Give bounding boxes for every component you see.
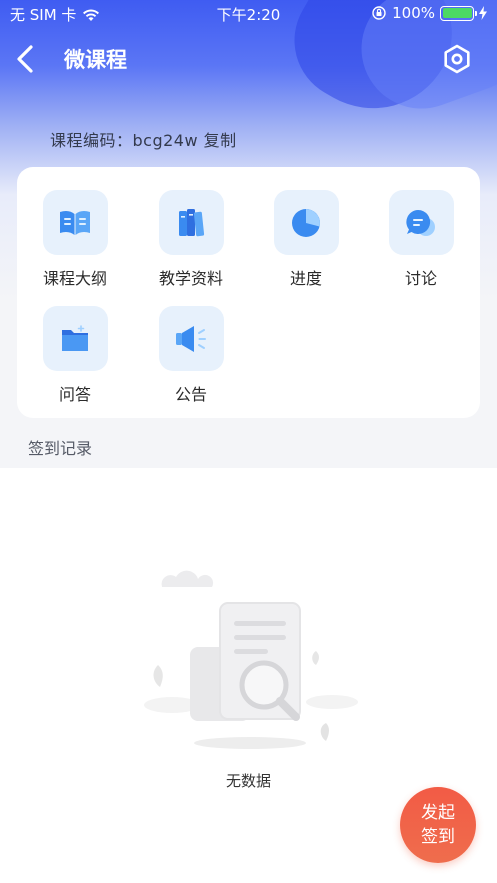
menu-card: 课程大纲 教学资料 进度 讨论 问答 公告 (17, 167, 480, 418)
screen: 无 SIM 卡 下午2:20 100% 微课程 课程编码：bcg24w 复制 课… (0, 0, 497, 883)
page-title: 微课程 (64, 48, 127, 72)
tile-icon-box (158, 190, 224, 255)
tile-icon-box (158, 306, 224, 371)
menu-item-label: 教学资料 (158, 269, 223, 288)
folder-icon (62, 324, 88, 351)
menu-item-label: 讨论 (404, 269, 437, 288)
empty-text: 无数据 (225, 772, 271, 790)
start-checkin-button[interactable]: 发起 签到 (400, 787, 476, 863)
books-icon (179, 208, 205, 236)
menu-item-label: 公告 (174, 385, 207, 404)
menu-item-announcement[interactable]: 公告 (141, 306, 241, 405)
menu-item-label: 进度 (289, 269, 322, 288)
tile-icon-box (42, 190, 108, 255)
menu-item-materials[interactable]: 教学资料 (141, 190, 241, 289)
menu-item-label: 课程大纲 (42, 269, 107, 288)
menu-item-discussion[interactable]: 讨论 (371, 190, 471, 289)
tile-icon-box (42, 306, 108, 371)
section-title: 签到记录 (28, 439, 93, 458)
menu-item-progress[interactable]: 进度 (256, 190, 356, 289)
fab-label-line1: 发起 (421, 803, 455, 823)
hexagon-settings-icon (444, 44, 470, 74)
settings-button[interactable] (440, 42, 474, 76)
status-right: 100% (371, 4, 487, 22)
chat-bubble-icon (406, 209, 435, 236)
tile-icon-box (388, 190, 454, 255)
status-bar: 无 SIM 卡 下午2:20 100% (0, 0, 497, 28)
menu-item-label: 问答 (58, 385, 91, 404)
tile-icon-box (273, 190, 339, 255)
charging-icon (479, 6, 487, 20)
empty-illustration (144, 570, 358, 749)
megaphone-icon (176, 325, 206, 352)
book-icon (60, 210, 90, 235)
course-code[interactable]: 课程编码：bcg24w 复制 (50, 127, 237, 151)
orientation-lock-icon (372, 6, 386, 20)
chevron-left-icon (17, 45, 33, 73)
pie-chart-icon (292, 208, 320, 237)
menu-item-qa[interactable]: 问答 (25, 306, 125, 405)
back-button[interactable] (12, 42, 42, 76)
fab-label-line2: 签到 (421, 827, 455, 847)
battery-icon (440, 5, 477, 21)
menu-item-syllabus[interactable]: 课程大纲 (25, 190, 125, 289)
battery-percent: 100% (392, 4, 435, 22)
